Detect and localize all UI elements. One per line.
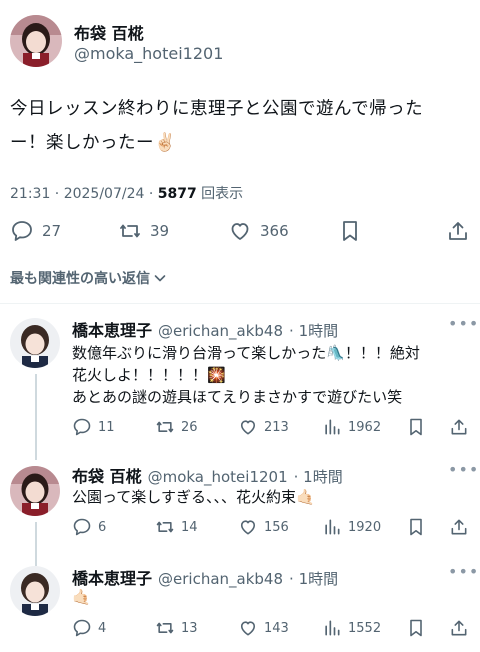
reply3-like-count: 143 <box>264 620 289 636</box>
reply2-header: 布袋 百椛 @moka_hotei1201 · 1時間 <box>72 463 343 487</box>
main-tweet-time[interactable]: 21:31 · 2025/07/24 · <box>10 186 158 202</box>
share-icon <box>451 519 467 535</box>
heart-icon <box>240 621 256 636</box>
reply3-retweet-button[interactable]: 13 <box>155 618 198 638</box>
main-reply-count: 27 <box>42 222 62 240</box>
reply2-reply-button[interactable]: 6 <box>72 517 106 537</box>
reply3-reply-button[interactable]: 4 <box>72 618 106 638</box>
main-tweet-line2: ー！楽しかったー✌🏻 <box>10 133 177 153</box>
reply3-text: 🤙🏻 <box>72 588 91 606</box>
reply2-like-button[interactable]: 156 <box>238 517 289 537</box>
reply2-time[interactable]: · 1時間 <box>294 466 343 487</box>
main-bookmark-button[interactable] <box>338 219 362 243</box>
main-like-count: 366 <box>260 222 289 240</box>
main-retweet-button[interactable]: 39 <box>118 219 169 243</box>
retweet-icon <box>120 224 140 238</box>
reply-icon <box>73 518 91 536</box>
retweet-icon <box>156 421 174 433</box>
main-author-handle[interactable]: @moka_hotei1201 <box>74 44 223 63</box>
share-icon <box>451 620 467 636</box>
main-tweet-line1: 今日レッスン終わりに恵理子と公園で遊んで帰った <box>10 99 424 119</box>
share-icon <box>449 222 467 240</box>
bookmark-icon <box>410 518 422 536</box>
reply2-view-count: 1920 <box>348 519 382 535</box>
heart-icon <box>231 223 249 240</box>
reply2-retweet-count: 14 <box>181 519 198 535</box>
reply1-bookmark-button[interactable] <box>406 417 426 437</box>
heart-icon <box>240 420 256 435</box>
reply-icon <box>73 619 91 637</box>
reply1-more-icon[interactable]: ••• <box>448 314 479 333</box>
reply1-retweet-count: 26 <box>181 419 198 435</box>
reply1-like-count: 213 <box>264 419 289 435</box>
views-icon <box>325 620 340 636</box>
reply2-retweet-button[interactable]: 14 <box>155 517 198 537</box>
reply1-views-button[interactable]: 1962 <box>322 417 381 437</box>
retweet-icon <box>156 521 174 533</box>
main-author-name[interactable]: 布袋 百椛 <box>74 20 144 44</box>
bookmark-icon <box>410 619 422 637</box>
reply2-handle[interactable]: @moka_hotei1201 <box>148 468 288 486</box>
reply2-author[interactable]: 布袋 百椛 <box>72 463 142 487</box>
reply1-line3: あとあの謎の遊具ほてえりまさかすで遊びたい笑 <box>72 388 403 406</box>
reply1-handle[interactable]: @erichan_akb48 <box>158 322 283 340</box>
reply1-retweet-button[interactable]: 26 <box>155 417 198 437</box>
heart-icon <box>240 520 256 535</box>
reply2-text: 公園って楽しすぎる、、、花火約束🤙🏻 <box>72 488 315 506</box>
reply1-time[interactable]: · 1時間 <box>289 320 338 341</box>
views-icon <box>325 419 340 435</box>
reply-sort-selector[interactable]: 最も関連性の高い返信 <box>10 268 168 288</box>
reply1-share-button[interactable] <box>449 417 469 437</box>
main-author-avatar[interactable] <box>10 15 62 67</box>
reply2-avatar[interactable] <box>10 466 60 516</box>
reply3-view-count: 1552 <box>348 620 382 636</box>
reply1-reply-count: 11 <box>98 419 115 435</box>
reply2-share-button[interactable] <box>449 517 469 537</box>
reply2-reply-count: 6 <box>98 519 107 535</box>
reply1-reply-button[interactable]: 11 <box>72 417 115 437</box>
main-tweet-views-label: 回表示 <box>201 186 244 202</box>
reply3-like-button[interactable]: 143 <box>238 618 289 638</box>
thread-line-1 <box>35 374 37 460</box>
bookmark-icon <box>343 221 357 241</box>
reply1-line2: 花火しよ！！！！！🎇 <box>72 366 226 384</box>
reply1-author[interactable]: 橋本恵理子 <box>72 317 152 341</box>
reply1-like-button[interactable]: 213 <box>238 417 289 437</box>
reply3-share-button[interactable] <box>449 618 469 638</box>
bookmark-icon <box>410 418 422 436</box>
main-retweet-count: 39 <box>150 222 170 240</box>
reply3-retweet-count: 13 <box>181 620 198 636</box>
reply1-view-count: 1962 <box>348 419 382 435</box>
main-tweet-views[interactable]: 5877 <box>158 186 197 202</box>
reply-icon <box>12 221 32 241</box>
reply2-like-count: 156 <box>264 519 289 535</box>
views-icon <box>325 519 340 535</box>
main-share-button[interactable] <box>446 219 470 243</box>
reply3-avatar[interactable] <box>10 566 60 616</box>
reply1-header: 橋本恵理子 @erichan_akb48 · 1時間 <box>72 317 338 341</box>
reply3-bookmark-button[interactable] <box>406 618 426 638</box>
main-tweet-meta: 21:31 · 2025/07/24 · 5877 回表示 <box>10 183 243 203</box>
reply1-avatar[interactable] <box>10 318 60 368</box>
reply2-views-button[interactable]: 1920 <box>322 517 381 537</box>
reply1-text: 数億年ぶりに滑り台滑って楽しかった🛝！！！絶対 花火しよ！！！！！🎇 あとあの謎… <box>72 342 472 408</box>
reply3-more-icon[interactable]: ••• <box>448 562 479 581</box>
share-icon <box>451 419 467 435</box>
thread-line-2 <box>35 522 37 566</box>
reply3-views-button[interactable]: 1552 <box>322 618 381 638</box>
reply-icon <box>73 418 91 436</box>
victory-hand-emoji: ✌🏻 <box>154 133 177 153</box>
section-divider <box>0 303 480 304</box>
reply-sort-label: 最も関連性の高い返信 <box>10 271 150 287</box>
retweet-icon <box>156 622 174 634</box>
chevron-down-icon <box>154 275 166 282</box>
reply3-reply-count: 4 <box>98 620 107 636</box>
main-reply-button[interactable]: 27 <box>10 219 61 243</box>
reply2-more-icon[interactable]: ••• <box>448 460 479 479</box>
main-like-button[interactable]: 366 <box>228 219 289 243</box>
reply1-line1: 数億年ぶりに滑り台滑って楽しかった🛝！！！絶対 <box>72 344 420 362</box>
reply2-bookmark-button[interactable] <box>406 517 426 537</box>
main-tweet-text: 今日レッスン終わりに恵理子と公園で遊んで帰った ー！楽しかったー✌🏻 <box>10 92 475 160</box>
